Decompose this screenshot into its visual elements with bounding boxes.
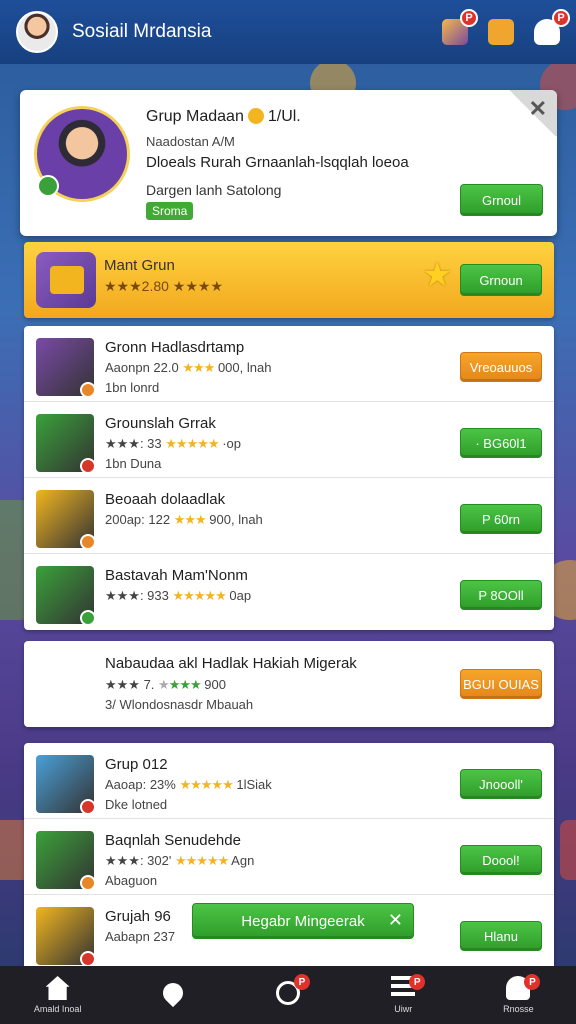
group-info: Dargen lanh Satolong xyxy=(146,182,282,198)
nav-item-people[interactable]: P Rnosse xyxy=(461,966,576,1024)
user-avatar[interactable] xyxy=(16,11,58,53)
item-action-button[interactable]: Doool! xyxy=(460,845,542,875)
join-group-button[interactable]: Grnoul xyxy=(460,184,543,216)
group-thumbnail xyxy=(36,566,96,626)
list-item[interactable]: Gronn Hadlasdrtamp Aaonpn 22.0 ★★★ 000, l… xyxy=(24,326,554,402)
mini-badge-icon xyxy=(80,951,96,967)
pin-icon xyxy=(158,978,187,1008)
item-action-button[interactable]: · BG60l1 xyxy=(460,428,542,458)
mini-badge-icon xyxy=(80,610,96,626)
mini-badge-icon xyxy=(80,875,96,891)
mini-badge-icon xyxy=(80,534,96,550)
bottom-navigation: Amald Inoal P P Uiwr P Rnosse xyxy=(0,966,576,1024)
list-item[interactable]: Grujah 96 Aabapn 237 Hlanu Hegabr Mingeera… xyxy=(24,895,554,971)
featured-group-banner[interactable]: Mant Grun ★★★2.80 ★★★★ ★ Grnoun xyxy=(24,242,554,318)
item-title: Grounslah Grrak xyxy=(105,415,216,432)
group-subtitle: Naadostan A/M xyxy=(146,134,235,149)
notification-badge: P xyxy=(460,9,478,27)
puzzle-icon[interactable] xyxy=(488,19,514,45)
friends-icon[interactable]: P xyxy=(534,9,570,45)
featured-rating: ★★★2.80 ★★★★ xyxy=(104,278,223,294)
group-profile-card: Grup Madaan 1/Ul. Naadostan A/M Dloeals R… xyxy=(20,90,557,236)
item-stats: Aaonpn 22.0 ★★★ 000, lnah xyxy=(105,360,272,375)
mini-badge-icon xyxy=(80,458,96,474)
status-badge: Sroma xyxy=(146,202,194,220)
list-item[interactable]: Grup 012 Aaoap: 23% ★★★★★ 1lSiak Dke lotne… xyxy=(24,743,554,819)
group-list: Gronn Hadlasdrtamp Aaonpn 22.0 ★★★ 000, l… xyxy=(24,326,554,630)
item-action-button[interactable]: Vreoauuos xyxy=(460,352,542,382)
notification-badge: P xyxy=(294,974,310,990)
item-stats: ★★★: 302' ★★★★★ Agn xyxy=(105,853,255,868)
group-avatar xyxy=(34,106,130,202)
notification-badge: P xyxy=(409,974,426,990)
item-title: Grujah 96 xyxy=(105,908,171,925)
close-icon: ✕ xyxy=(528,96,547,121)
group-description: Dloeals Rurah Grnaanlah-lsqqlah loeoa xyxy=(146,154,409,171)
item-title: Baqnlah Senudehde xyxy=(105,832,241,849)
group-thumbnail xyxy=(36,338,96,398)
nav-label: Rnosse xyxy=(503,1004,534,1014)
item-action-button[interactable]: P 8OOll xyxy=(460,580,542,610)
item-title: Gronn Hadlasdrtamp xyxy=(105,339,245,356)
item-stats: ★★★: 33 ★★★★★ ·op xyxy=(105,436,241,451)
item-stats: Aabapn 237 xyxy=(105,929,176,944)
notification-badge: P xyxy=(552,9,570,27)
list-item[interactable]: Bastavah Mam'Nonm ★★★: 933 ★★★★★ 0ap P 8OO… xyxy=(24,554,554,630)
item-meta: 3/ Wlondosnasdr Mbauah xyxy=(105,697,254,712)
item-meta: 1bn lonrd xyxy=(105,380,160,395)
group-thumbnail xyxy=(36,907,96,967)
list-item[interactable]: Beoaah dolaadlak 200ap: 122 ★★★ 900, lnah… xyxy=(24,478,554,554)
nav-item-clock[interactable]: P xyxy=(230,966,345,1024)
nav-item-list[interactable]: P Uiwr xyxy=(346,966,461,1024)
close-button[interactable]: ✕ xyxy=(507,90,557,136)
item-stats: Aaoap: 23% ★★★★★ 1lSiak xyxy=(105,777,272,792)
group-list: Grup 012 Aaoap: 23% ★★★★★ 1lSiak Dke lotne… xyxy=(24,743,554,971)
home-icon xyxy=(45,976,70,1000)
treasure-chest-icon xyxy=(36,252,96,308)
item-meta: Abaguon xyxy=(105,873,158,888)
star-icon: ★ xyxy=(422,256,453,294)
close-icon[interactable]: ✕ xyxy=(388,910,403,931)
group-thumbnail xyxy=(36,831,96,891)
mini-badge-icon xyxy=(80,799,96,815)
item-stats: ★★★: 933 ★★★★★ 0ap xyxy=(105,588,252,603)
nav-item-home[interactable]: Amald Inoal xyxy=(0,966,115,1024)
list-item[interactable]: Grounslah Grrak ★★★: 33 ★★★★★ ·op 1bn Duna… xyxy=(24,402,554,478)
nav-item-pin[interactable] xyxy=(115,966,230,1024)
list-item[interactable]: Baqnlah Senudehde ★★★: 302' ★★★★★ Agn Abag… xyxy=(24,819,554,895)
featured-title: Mant Grun xyxy=(104,257,175,274)
notification-badge: P xyxy=(524,974,541,990)
mini-badge-icon xyxy=(80,382,96,398)
coin-icon xyxy=(247,108,264,124)
item-stats: ★★★ 7. ★★★★ 900 xyxy=(105,677,226,692)
group-thumbnail xyxy=(36,490,96,550)
send-gift-button[interactable]: Hegabr Mingeerak ✕ xyxy=(192,903,414,939)
gift-icon xyxy=(36,655,94,713)
list-item[interactable]: Nabaudaa akl Hadlak Hakiah Migerak ★★★ 7… xyxy=(24,641,554,727)
item-action-button[interactable]: Jnoooll' xyxy=(460,769,542,799)
item-title: Grup 012 xyxy=(105,756,168,773)
games-icon[interactable]: P xyxy=(442,9,478,45)
item-meta: Dke lotned xyxy=(105,797,168,812)
item-title: Bastavah Mam'Nonm xyxy=(105,567,248,584)
item-meta: 1bn Duna xyxy=(105,456,162,471)
item-stats: 200ap: 122 ★★★ 900, lnah xyxy=(105,512,263,527)
nav-label: Amald Inoal xyxy=(33,1004,82,1014)
group-title: Grup Madaan 1/Ul. xyxy=(146,108,301,125)
nav-label: Uiwr xyxy=(394,1004,413,1014)
group-thumbnail xyxy=(36,755,96,815)
app-title: Sosiail Mrdansia xyxy=(72,21,212,42)
item-title: Nabaudaa akl Hadlak Hakiah Migerak xyxy=(105,655,357,672)
item-action-button[interactable]: Hlanu xyxy=(460,921,542,951)
send-gift-label: Hegabr Mingeerak xyxy=(241,912,365,930)
group-list: Nabaudaa akl Hadlak Hakiah Migerak ★★★ 7… xyxy=(24,641,554,727)
item-action-button[interactable]: BGUI OUIAS xyxy=(460,669,542,699)
group-thumbnail xyxy=(36,414,96,474)
item-title: Beoaah dolaadlak xyxy=(105,491,226,508)
top-bar: Sosiail Mrdansia P P xyxy=(0,0,576,64)
item-action-button[interactable]: P 60rn xyxy=(460,504,542,534)
featured-join-button[interactable]: Grnoun xyxy=(460,264,542,296)
